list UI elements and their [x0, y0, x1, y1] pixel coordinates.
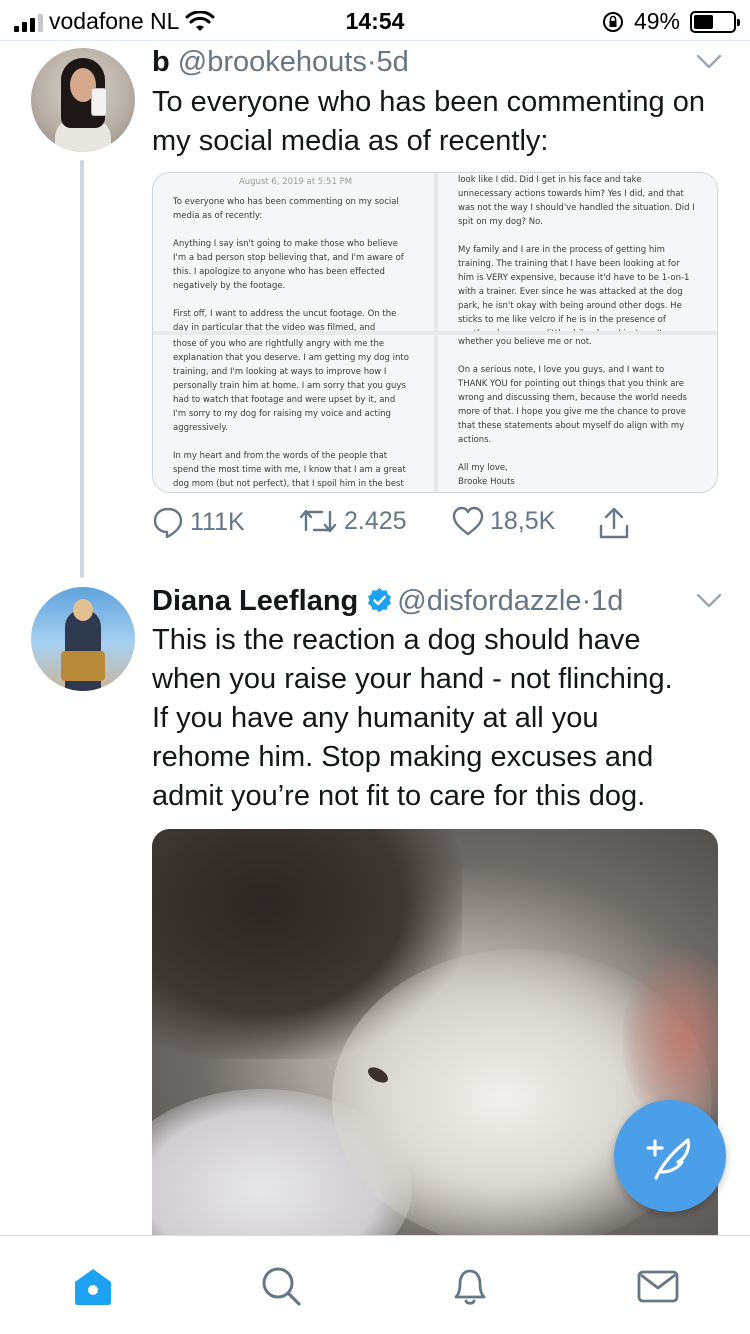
tweet-time: 5d: [376, 46, 409, 78]
share-icon: [599, 507, 629, 539]
tweet-text-line: admit you’re not fit to care for this do…: [152, 780, 646, 812]
chevron-down-icon[interactable]: [696, 54, 722, 70]
reply-button[interactable]: 111K: [152, 506, 245, 538]
separator-dot: ·: [581, 585, 592, 617]
image-paragraph: To everyone who has been commenting on m…: [173, 197, 399, 221]
battery-icon: [690, 10, 740, 33]
status-bar: vodafone NL 14:54 49%: [0, 0, 750, 40]
tweet-text-line: rehome him. Stop making excuses and: [152, 741, 654, 773]
retweet-icon: [299, 509, 337, 533]
compose-feather-icon: [646, 1138, 691, 1180]
user-handle[interactable]: @disfordazzle: [397, 585, 581, 617]
image-paragraph: First off, I want to address the uncut f…: [173, 309, 397, 331]
image-date: August 6, 2019 at 5:51 PM: [238, 177, 353, 187]
divider: [0, 40, 750, 41]
status-bar-right: 49%: [602, 8, 740, 35]
image-paragraph: My family and I are in the process of ge…: [458, 245, 690, 331]
tweet-image-2[interactable]: look like I did. Did I get in his face a…: [438, 173, 717, 331]
chevron-down-icon[interactable]: [696, 593, 722, 609]
home-icon[interactable]: [71, 1264, 115, 1308]
share-button[interactable]: [597, 506, 631, 540]
tweet-text-line: If you have any humanity at all you: [152, 702, 599, 734]
bottom-tab-bar: [0, 1235, 750, 1334]
tweet-text-line: when you raise your hand - not flinching…: [152, 663, 673, 695]
heart-icon: [452, 506, 484, 536]
user-handle[interactable]: @brookehouts: [178, 46, 367, 78]
reply-icon: [153, 507, 183, 538]
display-name[interactable]: Diana Leeflang: [152, 585, 358, 617]
tweet-image-4[interactable]: whether you believe me or not. On a seri…: [438, 335, 717, 492]
retweet-button[interactable]: 2.425: [298, 506, 407, 536]
image-paragraph: those of you who are rightfully angry wi…: [173, 339, 409, 433]
rotation-lock-icon: [602, 11, 623, 32]
tweet-image-3[interactable]: those of you who are rightfully angry wi…: [153, 335, 434, 492]
tweet-text: To everyone who has been commenting on m…: [152, 86, 705, 157]
messages-icon[interactable]: [636, 1264, 680, 1308]
avatar[interactable]: [31, 48, 135, 152]
separator-dot: ·: [366, 46, 377, 78]
tweet-header: b @brookehouts·5d: [152, 46, 409, 79]
image-paragraph: On a serious note, I love you guys, and …: [458, 365, 687, 445]
tweet-actions: 111K 2.425 18,5K: [152, 506, 652, 546]
notifications-icon[interactable]: [448, 1264, 492, 1308]
tweet-text: This is the reaction a dog should have w…: [152, 621, 732, 816]
tweet-text-line: This is the reaction a dog should have: [152, 624, 641, 656]
image-paragraph: whether you believe me or not.: [458, 337, 592, 347]
tweet-image-1[interactable]: August 6, 2019 at 5:51 PM To everyone wh…: [153, 173, 434, 331]
image-paragraph: look like I did. Did I get in his face a…: [458, 175, 695, 227]
thread-line: [80, 160, 84, 578]
search-icon[interactable]: [259, 1264, 303, 1308]
like-button[interactable]: 18,5K: [452, 506, 555, 536]
tweet-time: 1d: [591, 585, 624, 617]
compose-tweet-button[interactable]: [614, 1100, 726, 1212]
reply-count: 111K: [190, 507, 245, 536]
image-paragraph: All my love, Brooke Houts: [458, 463, 515, 487]
verified-badge-icon: [368, 588, 392, 613]
tweet-header: Diana Leeflang @disfordazzle·1d: [152, 585, 623, 618]
battery-level: [694, 14, 713, 29]
like-count: 18,5K: [490, 506, 556, 535]
retweet-count: 2.425: [344, 506, 407, 535]
battery-percent: 49%: [633, 8, 680, 34]
image-paragraph: In my heart and from the words of the pe…: [173, 451, 406, 489]
tweet-image-grid[interactable]: August 6, 2019 at 5:51 PM To everyone wh…: [152, 172, 718, 493]
avatar[interactable]: [31, 587, 135, 691]
display-name[interactable]: b: [152, 46, 170, 78]
image-paragraph: Anything I say isn't going to make those…: [173, 239, 404, 291]
